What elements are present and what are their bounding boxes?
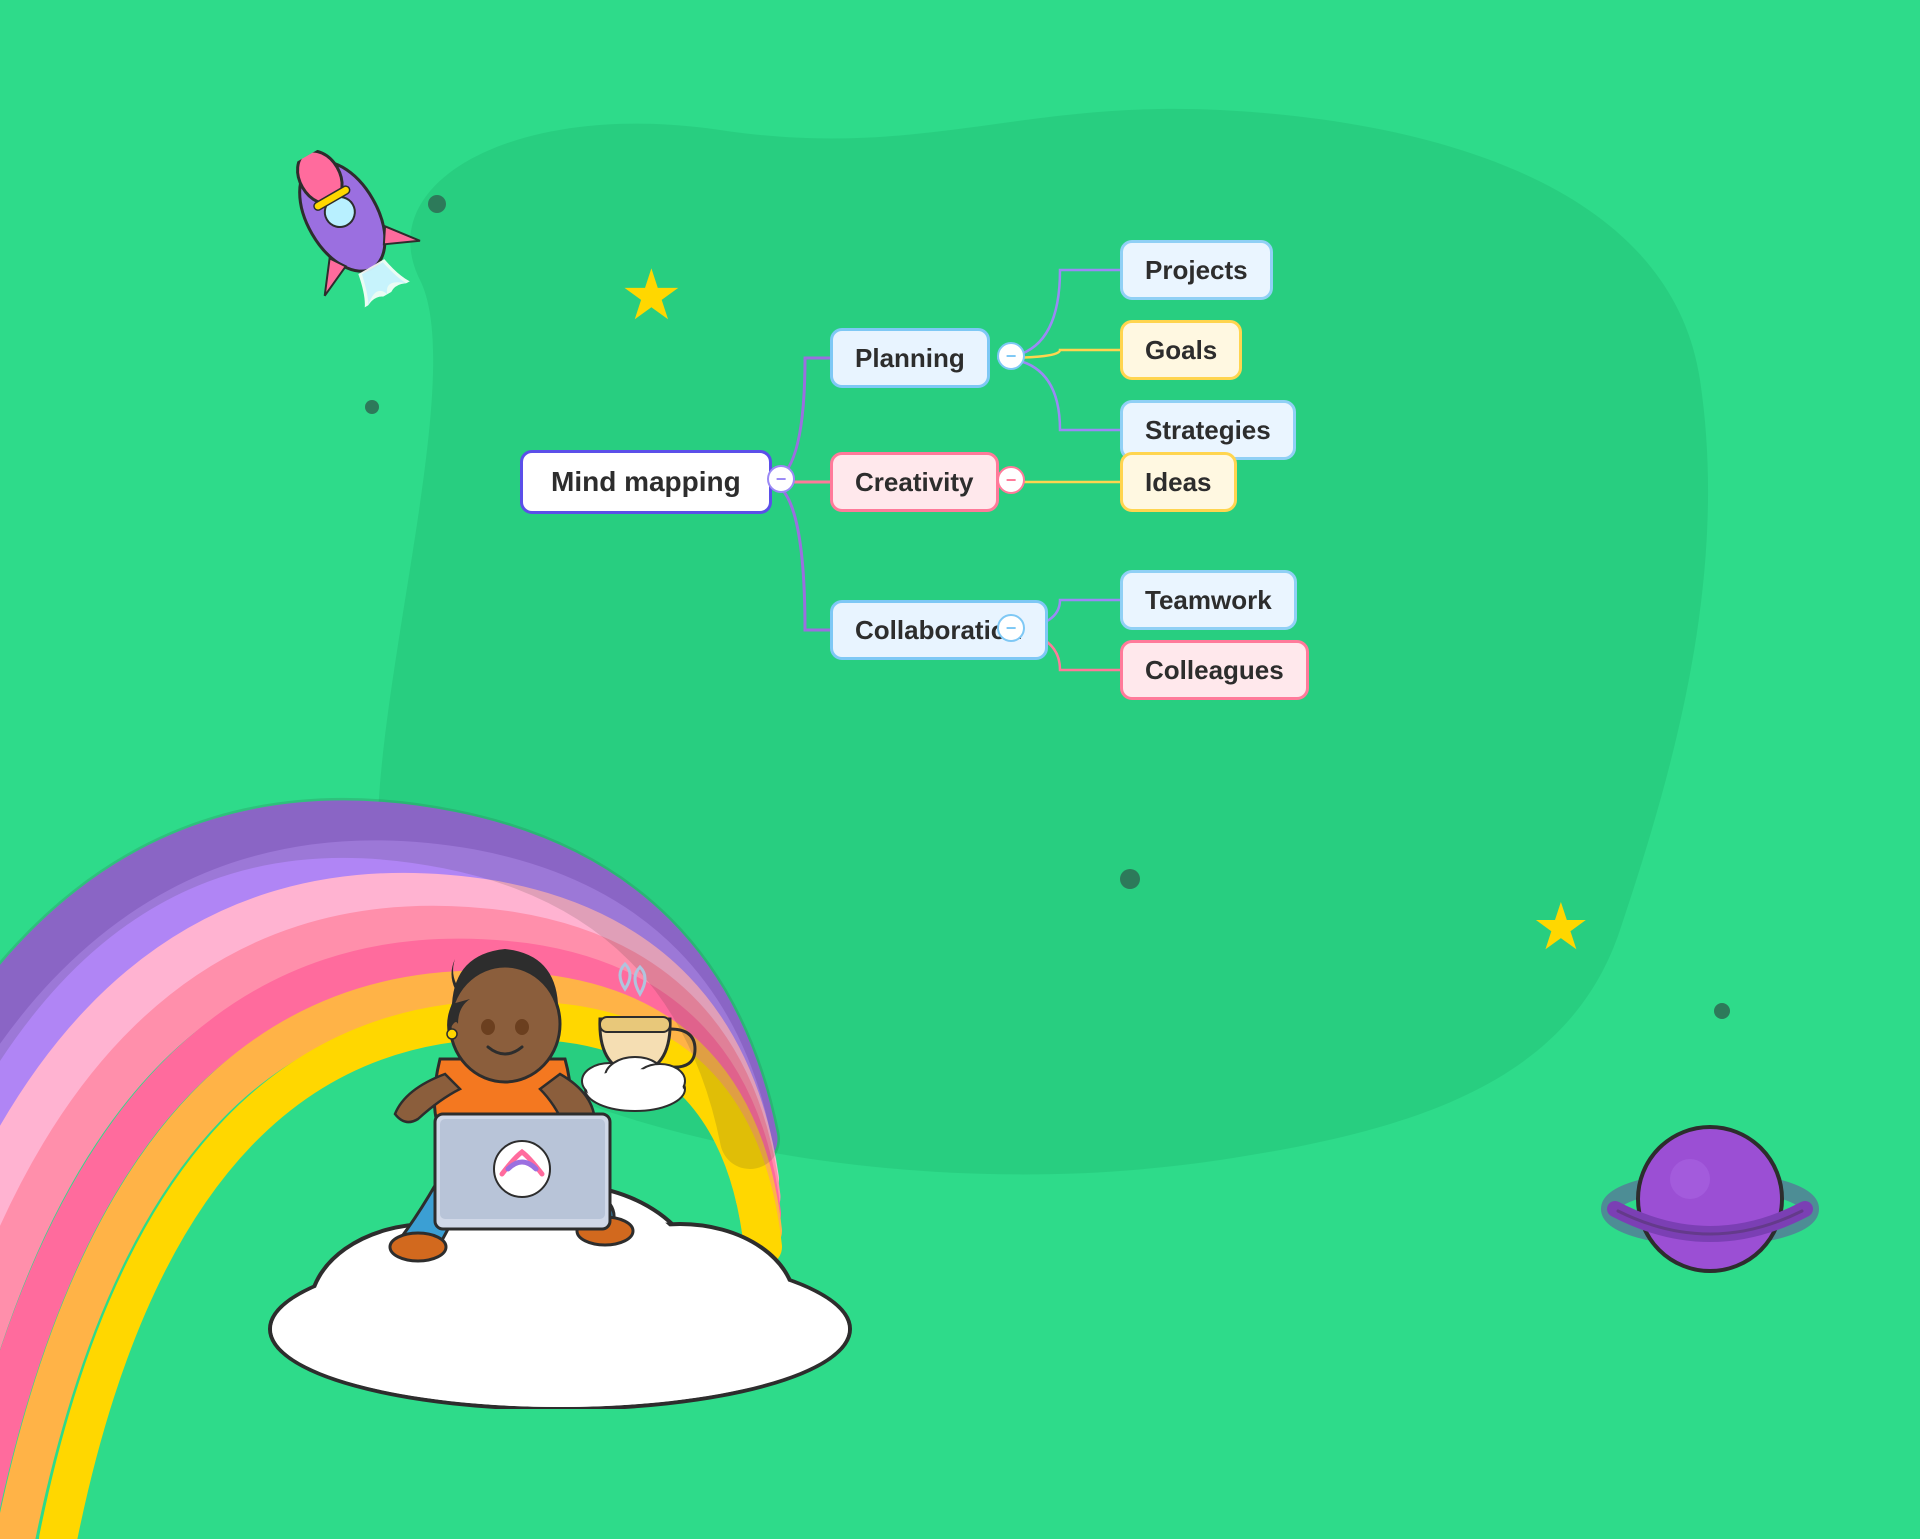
node-ideas-label: Ideas [1145, 467, 1212, 498]
node-teamwork-label: Teamwork [1145, 585, 1272, 616]
node-strategies[interactable]: Strategies [1120, 400, 1296, 460]
node-teamwork[interactable]: Teamwork [1120, 570, 1297, 630]
node-center[interactable]: Mind mapping [520, 450, 772, 514]
dot-3 [1714, 1003, 1730, 1019]
star-2: ★ [1532, 894, 1590, 959]
mindmap-container: Mind mapping Planning Creativity Collabo… [520, 180, 1420, 780]
collapse-btn-planning[interactable]: − [997, 342, 1025, 370]
coffee-illustration [570, 959, 700, 1119]
node-goals[interactable]: Goals [1120, 320, 1242, 380]
node-creativity-label: Creativity [855, 467, 974, 498]
node-planning-label: Planning [855, 343, 965, 374]
node-strategies-label: Strategies [1145, 415, 1271, 446]
collapse-btn-creativity[interactable]: − [997, 466, 1025, 494]
dot-2 [365, 400, 379, 414]
node-goals-label: Goals [1145, 335, 1217, 366]
node-planning[interactable]: Planning [830, 328, 990, 388]
node-creativity[interactable]: Creativity [830, 452, 999, 512]
collapse-btn-center[interactable]: − [767, 465, 795, 493]
planet-illustration [1600, 1099, 1820, 1299]
collapse-btn-collaboration[interactable]: − [997, 614, 1025, 642]
node-center-label: Mind mapping [551, 466, 741, 498]
node-projects-label: Projects [1145, 255, 1248, 286]
node-colleagues[interactable]: Colleagues [1120, 640, 1309, 700]
node-colleagues-label: Colleagues [1145, 655, 1284, 686]
node-ideas[interactable]: Ideas [1120, 452, 1237, 512]
dot-4 [1120, 869, 1140, 889]
node-projects[interactable]: Projects [1120, 240, 1273, 300]
